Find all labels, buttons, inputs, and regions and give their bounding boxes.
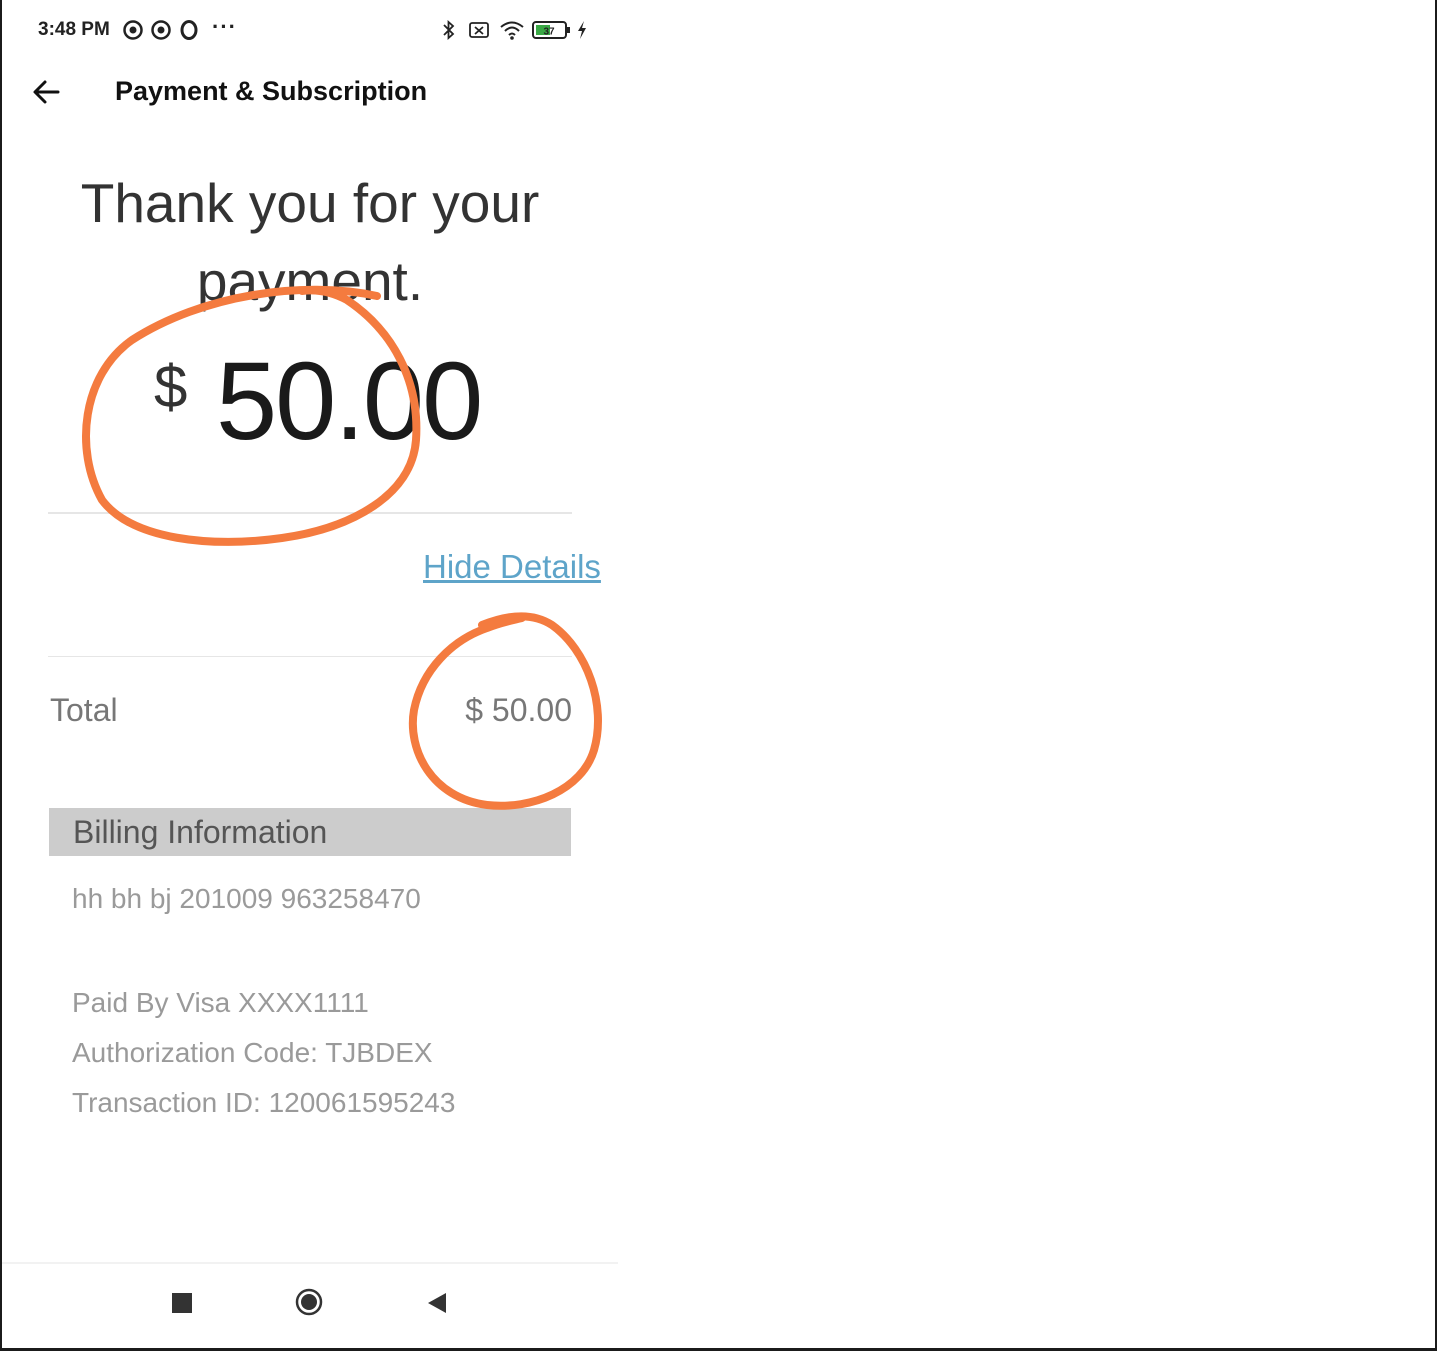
notification-icon [151,20,171,40]
battery-level: 37 [543,27,555,38]
notification-icon [123,20,143,40]
billing-information-label: Billing Information [73,814,328,850]
divider [48,656,572,657]
home-circle-icon[interactable] [295,1288,323,1316]
divider [48,512,572,514]
stop-square-icon[interactable] [172,1293,192,1313]
thank-you-message: Thank you for your payment. [80,172,540,312]
total-value: $ 50.00 [465,692,572,728]
more-notifications-icon: ··· [212,14,237,39]
opera-icon [180,20,198,40]
status-bar: 3:48 PM ··· 37 [2,0,618,60]
app-header: Payment & Subscription [2,62,618,122]
charging-icon [578,21,586,39]
transaction-id: Transaction ID: 120061595243 [72,1087,456,1118]
status-time: 3:48 PM [38,19,110,40]
sim-off-icon [469,22,489,38]
total-label: Total [50,692,118,728]
hide-details-link[interactable]: Hide Details [423,548,601,586]
bluetooth-icon [443,19,455,41]
currency-symbol: $ [154,353,188,420]
billing-address: hh bh bj 201009 963258470 [72,883,421,914]
amount-value: 50.00 [216,340,483,463]
billing-information-header: Billing Information [49,808,571,856]
back-arrow-icon[interactable] [28,72,68,112]
authorization-code: Authorization Code: TJBDEX [72,1037,433,1068]
battery-icon: 37 [532,21,570,39]
system-navigation-bar [2,1262,618,1350]
page-title: Payment & Subscription [115,76,428,106]
paid-by: Paid By Visa XXXX1111 [72,987,369,1018]
wifi-icon [500,21,524,40]
back-triangle-icon[interactable] [426,1291,448,1315]
phone-screen: 3:48 PM ··· 37 Payment & Subscription Th… [2,0,618,1348]
